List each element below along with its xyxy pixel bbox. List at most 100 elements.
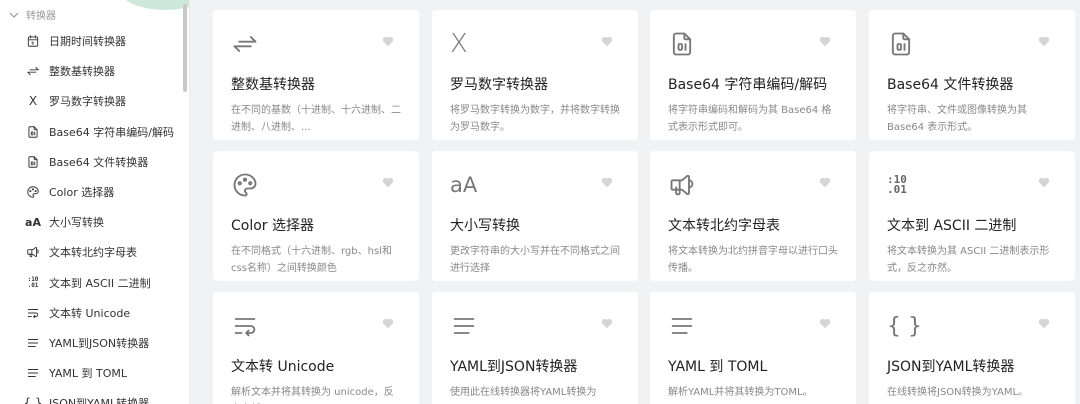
sidebar-item[interactable]: { } JSON到YAML转换器 xyxy=(0,388,182,404)
sidebar-item[interactable]: 日期时间转换器 xyxy=(0,26,182,56)
sidebar-section-title: 转换器 xyxy=(26,11,56,22)
heart-icon[interactable] xyxy=(600,316,614,330)
tool-card-description: 解析YAML并将其转换为TOML。 xyxy=(668,387,813,398)
heart-icon[interactable] xyxy=(818,34,832,48)
align-justified-icon xyxy=(450,310,620,342)
tool-card-description: 解析文本并将其转换为 unicode，反之亦然 xyxy=(231,387,394,398)
tool-card-description: 在不同的基数（十进制、十六进制、二进制、八进制、... xyxy=(231,105,401,133)
file-digit-icon xyxy=(26,155,40,169)
braces-icon: { } xyxy=(23,396,43,404)
sidebar-item[interactable]: Base64 字符串编码/解码 xyxy=(0,117,182,147)
sidebar-item-label: Color 选择器 xyxy=(49,186,115,200)
tool-card[interactable]: Color 选择器 在不同格式（十六进制、rgb、hsl和css名称）之间转换颜色 xyxy=(213,151,419,281)
tool-card-title: Base64 字符串编码/解码 xyxy=(668,77,828,93)
align-justified-icon xyxy=(668,310,838,342)
sidebar-item-label: 整数基转换器 xyxy=(49,65,115,79)
palette-icon xyxy=(231,169,401,201)
heart-icon[interactable] xyxy=(1037,316,1051,330)
tool-card-description: 将字符串、文件或图像转换为其 Base64 表示形式。 xyxy=(887,105,1027,133)
binary-icon: :10.01 xyxy=(27,276,39,289)
sidebar-item[interactable]: X 罗马数字转换器 xyxy=(0,86,182,116)
text-wrap-icon xyxy=(231,310,401,342)
arrows-exchange-icon xyxy=(26,64,40,78)
heart-icon[interactable] xyxy=(1037,175,1051,189)
tool-card-title: 文本转北约字母表 xyxy=(668,218,780,234)
sidebar-item[interactable]: 文本转北约字母表 xyxy=(0,237,182,267)
sidebar-item-label: 文本转北约字母表 xyxy=(49,246,137,260)
tool-card[interactable]: 整数基转换器在不同的基数（十进制、十六进制、二进制、八进制、... xyxy=(213,10,419,140)
tool-card[interactable]: Base64 文件转换器将字符串、文件或图像转换为其 Base64 表示形式。 xyxy=(869,10,1075,140)
heart-icon[interactable] xyxy=(381,34,395,48)
sidebar-item-label: YAML 到 TOML xyxy=(49,367,127,381)
tool-card-title: Color 选择器 xyxy=(231,218,315,234)
heart-icon[interactable] xyxy=(381,316,395,330)
sidebar-list: 日期时间转换器 整数基转换器 X 罗马数字转换器 Base64 字符串编码/解码 Base… xyxy=(0,26,182,404)
sidebar-section-header[interactable]: 转换器 xyxy=(8,7,56,22)
file-digit-icon xyxy=(26,125,40,139)
sidebar-item[interactable]: Base64 文件转换器 xyxy=(0,147,182,177)
tool-card[interactable]: { } JSON到YAML转换器在线转换将JSON转换为YAML。 xyxy=(869,292,1075,404)
align-justified-icon xyxy=(26,366,40,380)
arrows-exchange-icon xyxy=(231,28,401,60)
tool-card-description: 在线转换将JSON转换为YAML。 xyxy=(887,387,1029,398)
tool-card[interactable]: 文本转 Unicode 解析文本并将其转换为 unicode，反之亦然 xyxy=(213,292,419,404)
sidebar-scrollbar[interactable] xyxy=(183,4,187,92)
speakerphone-icon xyxy=(26,245,40,259)
tool-card-description: 将文本转换为其 ASCII 二进制表示形式，反之亦然。 xyxy=(887,246,1050,274)
tool-card-description: 使用此在线转换器将YAML转换为JSON。 xyxy=(450,387,597,398)
sidebar-item-label: YAML到JSON转换器 xyxy=(49,336,150,350)
calendar-icon xyxy=(26,34,40,48)
heart-icon[interactable] xyxy=(818,316,832,330)
file-digit-icon xyxy=(887,28,1057,60)
sidebar-item[interactable]: Color 选择器 xyxy=(0,177,182,207)
tool-card[interactable]: aA 大小写转换 更改字符串的大小写并在不同格式之间进行选择 xyxy=(432,151,638,281)
tool-card-title: YAML到JSON转换器 xyxy=(450,359,578,375)
tool-card[interactable]: YAML到JSON转换器使用此在线转换器将YAML转换为JSON。 xyxy=(432,292,638,404)
heart-icon[interactable] xyxy=(381,175,395,189)
sidebar-item-label: 文本到 ASCII 二进制 xyxy=(49,276,151,290)
tool-card-description: 将罗马数字转换为数字，并将数字转换为罗马数字。 xyxy=(450,105,620,133)
tool-card-title: 整数基转换器 xyxy=(231,77,315,93)
tool-grid: 整数基转换器在不同的基数（十进制、十六进制、二进制、八进制、... X 罗马数字转换… xyxy=(190,0,1080,404)
sidebar-item-label: 大小写转换 xyxy=(49,216,104,230)
heart-icon[interactable] xyxy=(1037,34,1051,48)
heart-icon[interactable] xyxy=(600,175,614,189)
binary-icon: :10.01 xyxy=(887,173,907,196)
palette-icon xyxy=(26,185,40,199)
tool-card-description: 将字符串编码和解码为其 Base64 格式表示形式即可。 xyxy=(668,105,832,133)
tool-card-title: YAML 到 TOML xyxy=(668,359,768,375)
tool-card[interactable]: :10.01 文本到 ASCII 二进制将文本转换为其 ASCII 二进制表示形式… xyxy=(869,151,1075,281)
letter-case-icon: aA xyxy=(450,173,478,197)
sidebar-item[interactable]: :10.01 文本到 ASCII 二进制 xyxy=(0,268,182,298)
tool-card-title: 文本到 ASCII 二进制 xyxy=(887,218,1017,234)
tool-card[interactable]: YAML 到 TOML 解析YAML并将其转换为TOML。 xyxy=(650,292,856,404)
braces-icon: { } xyxy=(887,313,922,339)
sidebar-item-label: 文本转 Unicode xyxy=(49,306,131,320)
sidebar-item-label: JSON到YAML转换器 xyxy=(49,397,150,404)
sidebar-item[interactable]: YAML到JSON转换器 xyxy=(0,328,182,358)
file-digit-icon xyxy=(668,28,838,60)
tool-card-title: JSON到YAML转换器 xyxy=(887,359,1015,375)
sidebar-item-label: Base64 字符串编码/解码 xyxy=(49,125,174,139)
chevron-down-icon xyxy=(9,12,19,18)
tool-card-title: Base64 文件转换器 xyxy=(887,77,1014,93)
heart-icon[interactable] xyxy=(600,34,614,48)
sidebar-item[interactable]: 文本转 Unicode xyxy=(0,298,182,328)
tool-card[interactable]: X 罗马数字转换器将罗马数字转换为数字，并将数字转换为罗马数字。 xyxy=(432,10,638,140)
heart-icon[interactable] xyxy=(818,175,832,189)
sidebar-item-label: Base64 文件转换器 xyxy=(49,155,149,169)
sidebar-item[interactable]: 整数基转换器 xyxy=(0,56,182,86)
tool-card-description: 将文本转换为北约拼音字母以进行口头传播。 xyxy=(668,246,838,274)
tool-card-title: 罗马数字转换器 xyxy=(450,77,548,93)
sidebar-item-label: 日期时间转换器 xyxy=(49,35,126,49)
tool-card-title: 大小写转换 xyxy=(450,218,520,234)
sidebar-item[interactable]: aA 大小写转换 xyxy=(0,207,182,237)
roman-x-icon: X xyxy=(450,29,468,59)
tool-card[interactable]: 文本转北约字母表将文本转换为北约拼音字母以进行口头传播。 xyxy=(650,151,856,281)
sidebar-item[interactable]: YAML 到 TOML xyxy=(0,358,182,388)
sidebar-item-label: 罗马数字转换器 xyxy=(49,95,126,109)
decorative-blob xyxy=(120,0,189,10)
tool-card[interactable]: Base64 字符串编码/解码将字符串编码和解码为其 Base64 格式表示形式… xyxy=(650,10,856,140)
align-justified-icon xyxy=(26,336,40,350)
text-wrap-icon xyxy=(26,306,40,320)
